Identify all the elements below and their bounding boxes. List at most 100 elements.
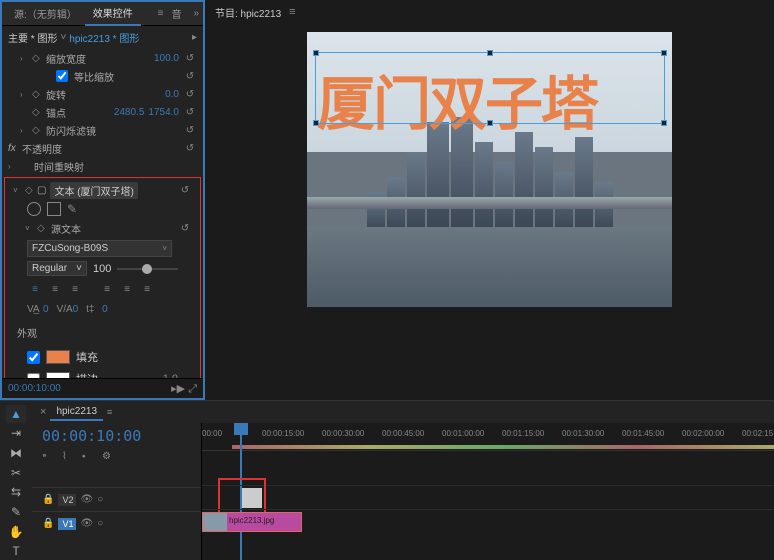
master-label: 主要 * 图形 xyxy=(8,30,57,45)
pen-tool-icon[interactable]: ✎ xyxy=(6,503,26,521)
mask-icon[interactable]: ▢ xyxy=(37,185,46,196)
track-target[interactable]: V1 xyxy=(58,518,76,530)
keyframe-icon[interactable]: ◇ xyxy=(32,53,44,64)
font-size-value[interactable]: 100 xyxy=(93,263,111,275)
ripple-edit-tool-icon[interactable]: ⧓ xyxy=(6,444,26,462)
font-size-slider[interactable] xyxy=(117,268,178,270)
tracking-row: VA̲0 V/A0 t‡0 xyxy=(7,300,198,319)
appearance-heading: 外观 xyxy=(7,319,198,346)
sequence-tab[interactable]: hpic2213 xyxy=(50,404,103,421)
prop-antiflicker[interactable]: ›◇ 防闪烁滤镜 ↺ xyxy=(2,121,203,139)
no-sequence-icon[interactable]: × xyxy=(40,406,46,418)
fill-checkbox[interactable] xyxy=(27,351,40,364)
lock-icon[interactable]: 🔒 xyxy=(42,494,54,505)
graphics-clip[interactable] xyxy=(242,488,262,508)
font-family-select[interactable]: FZCuSong-B09S ˅ xyxy=(27,240,172,257)
toggle-icon[interactable]: ▸▶ ⤢ xyxy=(171,382,197,396)
video-clip[interactable]: hpic2213.jpg xyxy=(202,512,302,532)
tracking-icon: VA̲ xyxy=(27,304,41,315)
effect-controls-footer: 00:00:10:00 ▸▶ ⤢ xyxy=(2,378,203,398)
track-v2-header[interactable]: 🔒 V2 👁 ○ xyxy=(32,487,201,511)
prop-uniform-scale[interactable]: 等比缩放 ↺ xyxy=(2,67,203,85)
selection-tool-icon[interactable]: ▲ xyxy=(6,405,26,423)
reset-icon[interactable]: ↺ xyxy=(183,71,197,82)
slip-tool-icon[interactable]: ⇆ xyxy=(6,484,26,502)
time-ruler[interactable]: 00:00 00:00:15:00 00:00:30:00 00:00:45:0… xyxy=(202,423,774,451)
tab-source[interactable]: 源:（无剪辑） xyxy=(6,2,85,25)
fill-row: 填充 xyxy=(7,346,198,368)
tabs-overflow[interactable]: » xyxy=(193,8,199,19)
mask-shapes: ✎ xyxy=(7,200,198,218)
marker-icon[interactable]: ⬩ xyxy=(82,451,96,465)
prop-scale-width[interactable]: › ◇ 缩放宽度 100.0 ↺ xyxy=(2,49,203,67)
track-target[interactable]: V2 xyxy=(58,494,76,506)
align-left-icon[interactable]: ≡ xyxy=(27,282,43,296)
track-v1-header[interactable]: 🔒 V1 👁 ○ xyxy=(32,511,201,535)
ellipse-mask-icon[interactable] xyxy=(27,202,41,216)
razor-tool-icon[interactable]: ✂ xyxy=(6,464,26,482)
tool-palette: ▲ ⇥ ⧓ ✂ ⇆ ✎ ✋ T xyxy=(0,401,32,560)
timeline-tabs[interactable]: × hpic2213 ≡ xyxy=(32,401,774,423)
program-tab[interactable]: 节目: hpic2213 xyxy=(211,3,285,22)
effect-controls-tabs[interactable]: 源:（无剪辑） 效果控件 ≡ 音 » xyxy=(2,2,203,26)
font-name: FZCuSong-B09S xyxy=(32,243,108,254)
hand-tool-icon[interactable]: ✋ xyxy=(6,523,26,541)
text-align-row: ≡ ≡ ≡ ≡ ≡ ≡ xyxy=(7,278,198,300)
clip-path-header: 主要 * 图形 ˅ hpic2213 * 图形 ▸ xyxy=(2,26,203,49)
kerning-icon: V/A xyxy=(57,304,71,315)
prop-anchor[interactable]: ›◇ 锚点 2480.5 1754.0 ↺ xyxy=(2,103,203,121)
lock-icon[interactable]: 🔒 xyxy=(42,518,54,529)
video-preview[interactable]: 厦门双子塔 xyxy=(307,32,672,307)
sync-lock-icon[interactable]: ○ xyxy=(97,518,103,529)
rect-mask-icon[interactable] xyxy=(47,202,61,216)
toggle-output-icon[interactable]: 👁 xyxy=(80,518,93,529)
text-properties-highlighted: ˅ ◇ ▢ 文本 (厦门双子塔) ↺ ✎ ˅◇ 源文本 ↺ FZCu xyxy=(4,177,201,378)
track-select-tool-icon[interactable]: ⇥ xyxy=(6,425,26,443)
align-center-icon[interactable]: ≡ xyxy=(47,282,63,296)
font-weight-select[interactable]: Regular ˅ xyxy=(27,261,87,276)
linked-selection-icon[interactable]: ⌇ xyxy=(62,451,76,465)
align-justify-last-left-icon[interactable]: ≡ xyxy=(119,282,135,296)
chevron-down-icon: ˅ xyxy=(76,263,82,274)
align-justify-icon[interactable]: ≡ xyxy=(99,282,115,296)
text-layer-header[interactable]: ˅ ◇ ▢ 文本 (厦门双子塔) ↺ xyxy=(7,180,198,200)
panel-menu-icon[interactable]: ≡ xyxy=(289,6,295,18)
prop-rotation[interactable]: ›◇ 旋转 0.0 ↺ xyxy=(2,85,203,103)
text-layer-name[interactable]: 文本 (厦门双子塔) xyxy=(50,182,137,199)
track-v1-lane[interactable]: hpic2213.jpg xyxy=(202,509,774,533)
settings-icon[interactable]: ⚙ xyxy=(102,451,116,465)
ec-timecode[interactable]: 00:00:10:00 xyxy=(8,383,61,394)
pen-mask-icon[interactable]: ✎ xyxy=(67,202,77,216)
timeline-tracks-area[interactable]: 00:00 00:00:15:00 00:00:30:00 00:00:45:0… xyxy=(202,423,774,560)
align-justify-last-right-icon[interactable]: ≡ xyxy=(139,282,155,296)
reset-icon[interactable]: ↺ xyxy=(183,53,197,64)
fx-time-remap[interactable]: › 时间重映射 xyxy=(2,157,203,175)
timeline-timecode[interactable]: 00:00:10:00 xyxy=(32,423,201,449)
fill-color-swatch[interactable] xyxy=(46,350,70,364)
chevron-down-icon: ˅ xyxy=(162,244,167,253)
type-tool-icon[interactable]: T xyxy=(6,542,26,560)
sync-lock-icon[interactable]: ○ xyxy=(97,494,103,505)
align-right-icon[interactable]: ≡ xyxy=(67,282,83,296)
sequence-link[interactable]: hpic2213 * 图形 xyxy=(69,30,139,45)
expand-icon[interactable]: › xyxy=(20,54,32,63)
clip-label: hpic2213.jpg xyxy=(229,516,274,525)
fx-opacity[interactable]: fx 不透明度 ↺ xyxy=(2,139,203,157)
stroke-row: 描边 1.0 xyxy=(7,368,198,378)
stroke-label: 描边 xyxy=(76,371,98,378)
leading-icon: t‡ xyxy=(86,304,100,315)
source-text-row[interactable]: ˅◇ 源文本 ↺ xyxy=(7,218,198,238)
panel-menu-icon[interactable]: ≡ xyxy=(107,407,112,417)
work-area-bar[interactable] xyxy=(232,445,774,449)
snap-icon[interactable]: ⁍ xyxy=(42,451,56,465)
stopwatch-icon[interactable]: ◇ xyxy=(25,185,37,196)
tab-effect-controls[interactable]: 效果控件 xyxy=(85,1,141,26)
tab-audio[interactable]: 音 xyxy=(163,2,189,25)
program-monitor-tabs[interactable]: 节目: hpic2213 ≡ xyxy=(205,0,774,24)
track-v2-lane[interactable] xyxy=(202,485,774,509)
track-header-area: 00:00:10:00 ⁍ ⌇ ⬩ ⚙ 🔒 V2 👁 ○ 🔒 xyxy=(32,423,202,560)
toggle-output-icon[interactable]: 👁 xyxy=(80,494,93,505)
uniform-scale-checkbox[interactable] xyxy=(56,70,68,82)
toggle-timeline-icon[interactable]: ▸ xyxy=(192,32,197,43)
text-selection-handles[interactable] xyxy=(315,52,665,124)
